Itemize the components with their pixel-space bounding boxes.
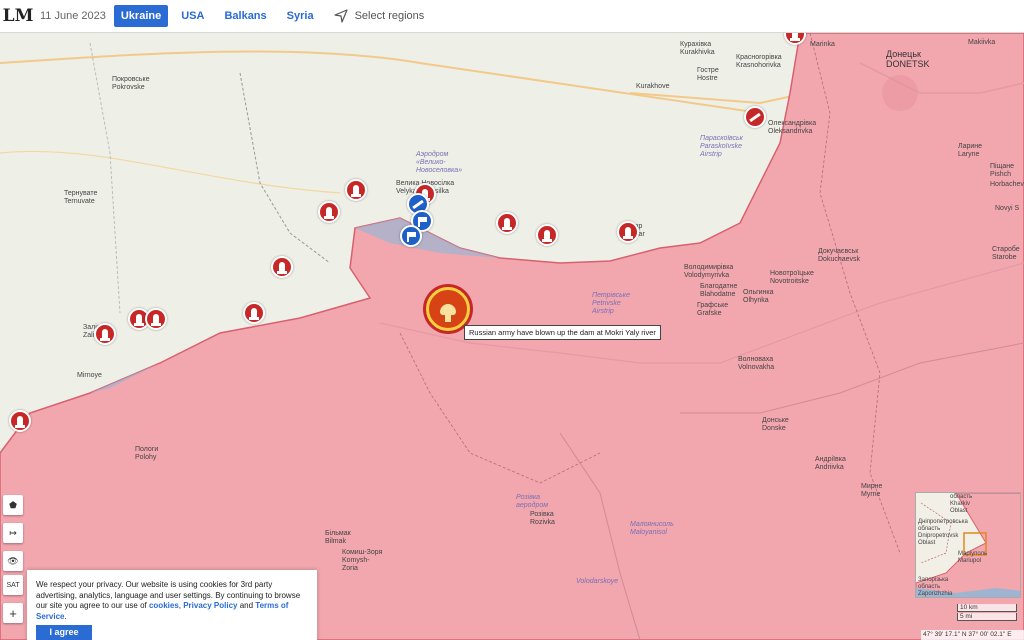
map-canvas[interactable]: Покровське Pokrovske Тернувате Ternuvate З… (0, 33, 1024, 640)
place-label: Пологи Polohy (135, 446, 159, 461)
map-scale: 10 km 5 mi (957, 604, 1017, 622)
place-label: Аэродром «Велико- Новоселовка» (416, 151, 463, 174)
place-label: Volodarskoye (576, 578, 619, 585)
bomb-icon (502, 218, 512, 230)
explosion-icon (440, 303, 456, 322)
bomb-icon (623, 227, 633, 239)
place-label: Мирне Myrne (861, 483, 883, 498)
flag-icon (406, 231, 416, 242)
artillery-event-marker[interactable] (345, 179, 367, 201)
place-label: Horbachev (990, 181, 1024, 188)
bomb-icon (134, 314, 144, 326)
place-label: Олександрівка Oleksandrivka (768, 120, 817, 135)
tab-ukraine[interactable]: Ukraine (113, 5, 169, 27)
flag-icon (417, 216, 427, 227)
tab-balkans[interactable]: Balkans (217, 5, 273, 27)
place-label: Novyi S (995, 205, 1020, 212)
artillery-event-marker[interactable] (617, 221, 639, 243)
place-label: Розівка аеродром (516, 494, 549, 509)
bomb-icon (100, 329, 110, 341)
place-label: Петрівське Petrivske Airstrip (592, 292, 630, 315)
place-label: Makiivka (968, 39, 996, 46)
hide-events-button[interactable]: 👁 (3, 551, 23, 571)
artillery-event-marker[interactable] (9, 410, 31, 432)
ukrainian-flag-marker[interactable] (400, 225, 422, 247)
tab-usa[interactable]: USA (174, 5, 211, 27)
top-bar: LM 11 June 2023 Ukraine USA Balkans Syri… (0, 0, 1024, 33)
place-label: Благодатне Blahodatne (700, 283, 738, 298)
place-label: Красногорівка Krasnohorivka (736, 54, 782, 69)
place-label: Тернувате Ternuvate (64, 190, 98, 205)
artillery-event-marker[interactable] (94, 323, 116, 345)
artillery-event-marker[interactable] (536, 224, 558, 246)
place-label: Kurakhove (636, 83, 670, 90)
rifle-icon (749, 112, 761, 122)
bomb-icon (790, 33, 800, 41)
place-label: Ларине Laryne (958, 143, 983, 158)
tab-syria[interactable]: Syria (280, 5, 321, 27)
place-label: Параскоївськ Paraskoïvske Airstrip (700, 135, 743, 158)
bomb-icon (324, 207, 334, 219)
place-label: Докучаєвськ Dokuchaevsk (818, 248, 861, 263)
cookie-banner: We respect your privacy. Our website is … (27, 570, 317, 640)
place-label: Старобе Starobe (992, 246, 1020, 261)
bomb-icon (151, 314, 161, 326)
scale-km: 10 km (957, 604, 1017, 612)
event-tooltip: Russian army have blown up the dam at Mo… (464, 325, 661, 340)
place-label: Андріївка Andriivka (815, 456, 846, 471)
minimap-label: область Kharkiv Oblast (950, 494, 973, 514)
bomb-icon (15, 416, 25, 428)
place-label: Marinka (810, 41, 835, 48)
place-label: Донське Donske (762, 417, 789, 432)
select-regions-button[interactable]: Select regions (333, 8, 425, 24)
shooting-event-marker[interactable] (744, 106, 766, 128)
select-regions-label: Select regions (354, 10, 425, 22)
place-label: Покровське Pokrovske (112, 76, 150, 91)
bomb-icon (249, 308, 259, 320)
satellite-toggle-button[interactable]: SAT (3, 575, 23, 595)
draw-polygon-button[interactable]: ⬟ (3, 495, 23, 515)
privacy-policy-link[interactable]: Privacy Policy (183, 601, 237, 610)
place-label: Пiщане Pishch (990, 163, 1014, 178)
minimap-label: Дніпропетровська область Dnipropetrovsk Obl… (918, 519, 968, 546)
cookie-end: . (64, 611, 67, 621)
zoom-in-button[interactable]: + (3, 603, 23, 623)
bomb-icon (277, 262, 287, 274)
liveuamap-logo[interactable]: LM (0, 0, 36, 33)
place-label: Ольгинка Olhynka (743, 289, 774, 304)
bomb-icon (542, 230, 552, 242)
current-date[interactable]: 11 June 2023 (40, 10, 106, 22)
place-label: Mirnoye (77, 372, 102, 379)
cursor-coordinates: 47° 39' 17.1'' N 37° 00' 02.1'' E (921, 630, 1024, 640)
place-label: Розівка Rozivka (530, 511, 555, 526)
place-label: Володимирівка Volodymyrivka (684, 264, 734, 279)
place-label: Донецьк DONETSK (886, 49, 930, 69)
bomb-icon (351, 185, 361, 197)
artillery-event-marker[interactable] (271, 256, 293, 278)
agree-button[interactable]: I agree (36, 625, 92, 640)
artillery-event-marker[interactable] (243, 302, 265, 324)
cookies-link[interactable]: cookies (149, 601, 179, 610)
artillery-event-marker[interactable] (145, 308, 167, 330)
minimap-label: Маріуполь Mariupol (958, 551, 988, 564)
place-label: Волноваха Volnovakha (738, 356, 775, 371)
measure-button[interactable]: ↦ (3, 523, 23, 543)
place-label: Гостре Hostre (697, 67, 719, 82)
minimap[interactable]: область Kharkiv Oblast Дніпропетровська обл… (915, 492, 1021, 598)
place-label: Новотроїцьке Novotroitske (770, 270, 814, 285)
scale-mi: 5 mi (957, 613, 1017, 621)
cookie-and: and (237, 601, 256, 610)
place-label: Малоянисоль Maloyanisol (630, 521, 674, 536)
navigation-arrow-icon (333, 9, 348, 23)
place-label: Комиш-Зоря Komysh- Zoria (342, 549, 383, 572)
rifle-icon (412, 199, 424, 209)
place-label: Курахівка Kurakhivka (680, 41, 715, 56)
place-label: Більмак Bilmak (325, 530, 351, 545)
artillery-event-marker[interactable] (496, 212, 518, 234)
artillery-event-marker[interactable] (318, 201, 340, 223)
minimap-label: Запорізька область Zaporizhzhia (918, 577, 953, 597)
place-label: Графське Grafske (697, 302, 729, 317)
